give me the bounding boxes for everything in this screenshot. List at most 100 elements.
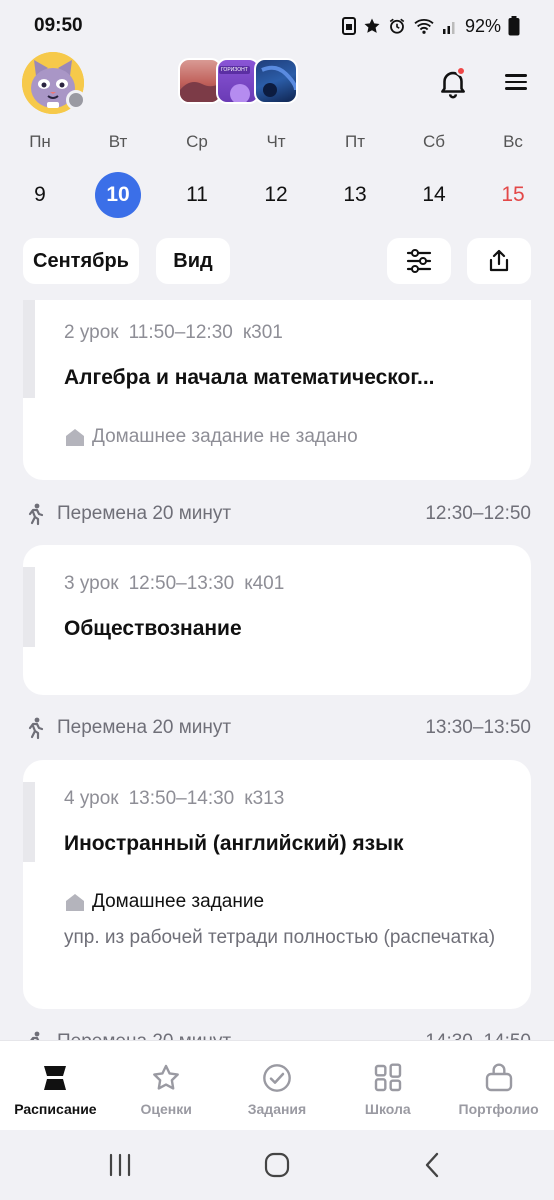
star-icon [149,1061,183,1095]
stories-carousel: ГОРИЗОНТ [178,58,302,106]
break-row: Перемена 20 минут 14:30–14:50 [23,1027,531,1040]
recent-apps-button[interactable] [100,1150,140,1180]
running-person-icon [28,503,44,526]
tab-label: Школа [364,1101,411,1117]
day-number: 9 [34,183,46,206]
menu-line [505,87,527,90]
break-row: Перемена 20 минут 13:30–13:50 [23,713,531,743]
lesson-time: 13:50–14:30 [128,788,235,809]
day-wednesday[interactable]: Ср 11 [169,130,225,218]
break-time: 13:30–13:50 [425,717,531,738]
grid-icon [371,1061,405,1095]
homework-status: Домашнее задание [64,891,264,913]
day-monday[interactable]: Пн 9 [12,130,68,218]
homework-status: Домашнее задание не задано [64,426,358,448]
status-bar: 09:50 92% [0,0,554,52]
tab-label: Расписание [14,1101,97,1117]
menu-line [505,80,527,84]
break-row: Перемена 20 минут 12:30–12:50 [23,499,531,529]
lesson-room: к301 [242,322,283,343]
back-chevron-icon [425,1152,439,1178]
schedule-feed[interactable]: 2 урок 11:50–12:30 к301 Алгебра и начала м… [0,300,554,1040]
story-thumbnail[interactable] [254,58,298,104]
share-icon [489,249,509,272]
avatar-status-badge [66,90,86,110]
lesson-time: 11:50–12:30 [128,322,233,343]
day-sunday[interactable]: Вс 15 [485,130,541,218]
day-name: Пт [344,132,365,151]
day-thursday[interactable]: Чт 12 [248,130,304,218]
lesson-room: к313 [244,788,285,809]
sim-icon [341,17,356,35]
lesson-card[interactable]: 2 урок 11:50–12:30 к301 Алгебра и начала м… [23,300,531,480]
lesson-subject: Иностранный (английский) язык [64,832,404,855]
system-navigation-bar [0,1130,554,1200]
month-button[interactable]: Сентябрь [23,238,139,284]
back-button[interactable] [412,1150,452,1180]
story-image [261,65,296,97]
lesson-accent-bar [23,782,35,862]
day-name: Вс [503,132,523,151]
lesson-card[interactable]: 3 урок 12:50–13:30 к401 Обществознание [23,545,531,695]
tab-portfolio[interactable]: Портфолио [443,1041,554,1130]
home-button[interactable] [257,1150,297,1180]
home-circle-icon [264,1152,290,1178]
app-header: ГОРИЗОНТ [0,52,554,122]
tab-school[interactable]: Школа [332,1041,443,1130]
lesson-number: 4 урок [64,788,119,809]
tab-label: Задания [247,1101,307,1117]
day-name: Вт [108,132,128,151]
filter-button[interactable] [387,238,451,284]
lesson-room: к401 [244,573,285,594]
home-icon [66,894,84,911]
day-friday[interactable]: Пт 13 [327,130,383,218]
lesson-subject: Алгебра и начала математическог... [64,366,435,389]
lesson-card[interactable]: 4 урок 13:50–14:30 к313 Иностранный (англи… [23,760,531,1009]
notification-dot [456,66,466,76]
bottom-tab-bar: Расписание Оценки Задания Школа Портфоли… [0,1040,554,1130]
wifi-icon [414,19,434,34]
day-tuesday[interactable]: Вт 10 [90,130,146,218]
tab-tasks[interactable]: Задания [222,1041,333,1130]
day-number-selected: 10 [95,172,141,218]
break-label: Перемена 20 минут [57,717,232,738]
running-person-icon [28,717,44,740]
schedule-icon [38,1061,72,1095]
battery-percent: 92% [464,15,501,36]
lesson-accent-bar [23,567,35,647]
break-time: 12:30–12:50 [425,503,531,524]
tab-grades[interactable]: Оценки [111,1041,222,1130]
hamburger-menu-button[interactable] [502,70,530,96]
alarm-icon [389,18,405,34]
menu-line [505,74,527,77]
lesson-meta: 3 урок 12:50–13:30 к401 [64,573,294,595]
week-strip: Пн 9 Вт 10 Ср 11 Чт 12 Пт 13 Сб 14 Вс 15 [0,130,554,226]
day-number: 14 [422,183,446,206]
share-button[interactable] [467,238,531,284]
day-name: Сб [422,132,445,151]
lesson-accent-bar [23,300,35,398]
break-label: Перемена 20 минут [57,503,232,524]
lesson-subject: Обществознание [64,617,242,640]
break-label: Перемена 20 минут [57,1031,231,1040]
lesson-number: 2 урок [64,322,119,343]
recent-apps-icon [109,1153,131,1177]
status-icons: 92% [341,15,520,37]
day-number-sunday: 15 [501,183,525,206]
star-status-icon [364,18,380,33]
day-number: 11 [186,183,208,206]
day-name: Пн [29,132,51,151]
lesson-meta: 2 урок 11:50–12:30 к301 [64,322,293,344]
home-icon [66,429,84,446]
view-button[interactable]: Вид [156,238,230,284]
tab-label: Портфолио [458,1101,539,1117]
day-number: 12 [264,183,288,206]
day-saturday[interactable]: Сб 14 [406,130,462,218]
battery-icon [508,16,520,36]
day-number: 13 [343,183,367,206]
tab-schedule[interactable]: Расписание [0,1041,111,1130]
day-name: Ср [186,132,208,151]
signal-icon [442,22,455,34]
status-time: 09:50 [34,15,83,36]
lesson-time: 12:50–13:30 [128,573,235,594]
